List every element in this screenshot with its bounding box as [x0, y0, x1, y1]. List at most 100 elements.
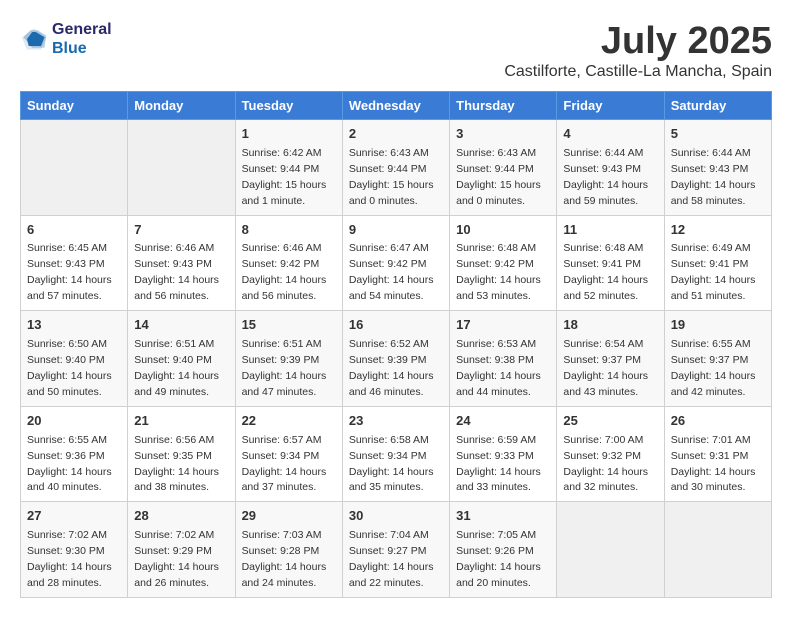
day-number: 27	[27, 507, 121, 526]
calendar-week-row: 20 Sunrise: 6:55 AM Sunset: 9:36 PM Dayli…	[21, 406, 772, 502]
calendar-cell: 31 Sunrise: 7:05 AM Sunset: 9:26 PM Dayli…	[450, 502, 557, 598]
day-info: Sunrise: 6:53 AM Sunset: 9:38 PM Dayligh…	[456, 338, 541, 398]
calendar-cell: 11 Sunrise: 6:48 AM Sunset: 9:41 PM Dayli…	[557, 215, 664, 311]
calendar-week-row: 27Sunrise: 7:02 AM Sunset: 9:30 PM Dayli…	[21, 502, 772, 598]
day-info: Sunrise: 6:46 AM Sunset: 9:43 PM Dayligh…	[134, 242, 219, 302]
day-info: Sunrise: 6:58 AM Sunset: 9:34 PM Dayligh…	[349, 434, 434, 494]
day-info: Sunrise: 7:03 AM Sunset: 9:28 PM Dayligh…	[242, 529, 327, 589]
calendar-cell: 20 Sunrise: 6:55 AM Sunset: 9:36 PM Dayli…	[21, 406, 128, 502]
day-info: Sunrise: 6:46 AM Sunset: 9:42 PM Dayligh…	[242, 242, 327, 302]
day-number: 14	[134, 316, 228, 335]
day-info: Sunrise: 6:45 AM Sunset: 9:43 PM Dayligh…	[27, 242, 112, 302]
logo-text: General Blue	[52, 20, 112, 58]
day-number: 23	[349, 412, 443, 431]
calendar-cell: 26Sunrise: 7:01 AM Sunset: 9:31 PM Dayli…	[664, 406, 771, 502]
day-info: Sunrise: 6:49 AM Sunset: 9:41 PM Dayligh…	[671, 242, 756, 302]
day-number: 21	[134, 412, 228, 431]
calendar-cell: 24Sunrise: 6:59 AM Sunset: 9:33 PM Dayli…	[450, 406, 557, 502]
day-number: 11	[563, 221, 657, 240]
logo-icon	[20, 25, 48, 53]
day-number: 22	[242, 412, 336, 431]
day-info: Sunrise: 6:52 AM Sunset: 9:39 PM Dayligh…	[349, 338, 434, 398]
weekday-header-saturday: Saturday	[664, 92, 771, 120]
day-info: Sunrise: 7:05 AM Sunset: 9:26 PM Dayligh…	[456, 529, 541, 589]
day-number: 19	[671, 316, 765, 335]
day-info: Sunrise: 6:57 AM Sunset: 9:34 PM Dayligh…	[242, 434, 327, 494]
day-number: 8	[242, 221, 336, 240]
day-number: 6	[27, 221, 121, 240]
weekday-header-thursday: Thursday	[450, 92, 557, 120]
calendar-cell: 16 Sunrise: 6:52 AM Sunset: 9:39 PM Dayli…	[342, 311, 449, 407]
day-number: 29	[242, 507, 336, 526]
calendar-cell: 10 Sunrise: 6:48 AM Sunset: 9:42 PM Dayli…	[450, 215, 557, 311]
day-info: Sunrise: 6:47 AM Sunset: 9:42 PM Dayligh…	[349, 242, 434, 302]
calendar-cell: 19 Sunrise: 6:55 AM Sunset: 9:37 PM Dayli…	[664, 311, 771, 407]
calendar-cell: 6 Sunrise: 6:45 AM Sunset: 9:43 PM Daylig…	[21, 215, 128, 311]
day-number: 7	[134, 221, 228, 240]
calendar-cell: 18 Sunrise: 6:54 AM Sunset: 9:37 PM Dayli…	[557, 311, 664, 407]
calendar-week-row: 6 Sunrise: 6:45 AM Sunset: 9:43 PM Daylig…	[21, 215, 772, 311]
calendar-cell: 3 Sunrise: 6:43 AM Sunset: 9:44 PM Daylig…	[450, 120, 557, 216]
day-info: Sunrise: 6:48 AM Sunset: 9:42 PM Dayligh…	[456, 242, 541, 302]
day-info: Sunrise: 6:55 AM Sunset: 9:36 PM Dayligh…	[27, 434, 112, 494]
calendar-cell: 12Sunrise: 6:49 AM Sunset: 9:41 PM Dayli…	[664, 215, 771, 311]
calendar-cell: 14 Sunrise: 6:51 AM Sunset: 9:40 PM Dayli…	[128, 311, 235, 407]
day-info: Sunrise: 6:59 AM Sunset: 9:33 PM Dayligh…	[456, 434, 541, 494]
day-info: Sunrise: 6:43 AM Sunset: 9:44 PM Dayligh…	[349, 147, 434, 207]
day-number: 5	[671, 125, 765, 144]
calendar-cell: 29 Sunrise: 7:03 AM Sunset: 9:28 PM Dayli…	[235, 502, 342, 598]
calendar-cell: 27Sunrise: 7:02 AM Sunset: 9:30 PM Dayli…	[21, 502, 128, 598]
calendar-cell: 2 Sunrise: 6:43 AM Sunset: 9:44 PM Daylig…	[342, 120, 449, 216]
day-number: 3	[456, 125, 550, 144]
calendar-cell: 22 Sunrise: 6:57 AM Sunset: 9:34 PM Dayli…	[235, 406, 342, 502]
calendar-cell: 28Sunrise: 7:02 AM Sunset: 9:29 PM Dayli…	[128, 502, 235, 598]
day-number: 10	[456, 221, 550, 240]
weekday-header-sunday: Sunday	[21, 92, 128, 120]
day-number: 9	[349, 221, 443, 240]
day-info: Sunrise: 6:44 AM Sunset: 9:43 PM Dayligh…	[563, 147, 648, 207]
calendar-cell	[557, 502, 664, 598]
day-number: 1	[242, 125, 336, 144]
calendar-cell	[664, 502, 771, 598]
day-info: Sunrise: 6:54 AM Sunset: 9:37 PM Dayligh…	[563, 338, 648, 398]
day-info: Sunrise: 7:00 AM Sunset: 9:32 PM Dayligh…	[563, 434, 648, 494]
day-info: Sunrise: 6:56 AM Sunset: 9:35 PM Dayligh…	[134, 434, 219, 494]
day-info: Sunrise: 6:44 AM Sunset: 9:43 PM Dayligh…	[671, 147, 756, 207]
day-info: Sunrise: 6:51 AM Sunset: 9:40 PM Dayligh…	[134, 338, 219, 398]
calendar-header-row: SundayMondayTuesdayWednesdayThursdayFrid…	[21, 92, 772, 120]
weekday-header-monday: Monday	[128, 92, 235, 120]
day-info: Sunrise: 7:02 AM Sunset: 9:29 PM Dayligh…	[134, 529, 219, 589]
calendar-cell: 5 Sunrise: 6:44 AM Sunset: 9:43 PM Daylig…	[664, 120, 771, 216]
day-info: Sunrise: 6:51 AM Sunset: 9:39 PM Dayligh…	[242, 338, 327, 398]
day-info: Sunrise: 6:43 AM Sunset: 9:44 PM Dayligh…	[456, 147, 541, 207]
weekday-header-tuesday: Tuesday	[235, 92, 342, 120]
title-area: July 2025 Castilforte, Castille-La Manch…	[504, 20, 772, 81]
day-info: Sunrise: 6:55 AM Sunset: 9:37 PM Dayligh…	[671, 338, 756, 398]
day-number: 4	[563, 125, 657, 144]
calendar-cell: 25 Sunrise: 7:00 AM Sunset: 9:32 PM Dayli…	[557, 406, 664, 502]
day-number: 15	[242, 316, 336, 335]
day-number: 20	[27, 412, 121, 431]
calendar-cell: 21 Sunrise: 6:56 AM Sunset: 9:35 PM Dayli…	[128, 406, 235, 502]
calendar-cell: 17Sunrise: 6:53 AM Sunset: 9:38 PM Dayli…	[450, 311, 557, 407]
day-number: 26	[671, 412, 765, 431]
calendar-week-row: 13 Sunrise: 6:50 AM Sunset: 9:40 PM Dayli…	[21, 311, 772, 407]
calendar-cell: 9 Sunrise: 6:47 AM Sunset: 9:42 PM Daylig…	[342, 215, 449, 311]
calendar-cell: 15 Sunrise: 6:51 AM Sunset: 9:39 PM Dayli…	[235, 311, 342, 407]
page-header: General Blue July 2025 Castilforte, Cast…	[20, 20, 772, 81]
weekday-header-wednesday: Wednesday	[342, 92, 449, 120]
day-number: 31	[456, 507, 550, 526]
day-info: Sunrise: 6:48 AM Sunset: 9:41 PM Dayligh…	[563, 242, 648, 302]
calendar-cell	[128, 120, 235, 216]
day-number: 13	[27, 316, 121, 335]
calendar-cell: 23 Sunrise: 6:58 AM Sunset: 9:34 PM Dayli…	[342, 406, 449, 502]
calendar-cell: 13 Sunrise: 6:50 AM Sunset: 9:40 PM Dayli…	[21, 311, 128, 407]
day-number: 16	[349, 316, 443, 335]
day-number: 18	[563, 316, 657, 335]
calendar-cell: 8 Sunrise: 6:46 AM Sunset: 9:42 PM Daylig…	[235, 215, 342, 311]
day-number: 25	[563, 412, 657, 431]
location-title: Castilforte, Castille-La Mancha, Spain	[504, 63, 772, 81]
day-info: Sunrise: 6:50 AM Sunset: 9:40 PM Dayligh…	[27, 338, 112, 398]
day-number: 2	[349, 125, 443, 144]
calendar-cell: 1Sunrise: 6:42 AM Sunset: 9:44 PM Daylig…	[235, 120, 342, 216]
